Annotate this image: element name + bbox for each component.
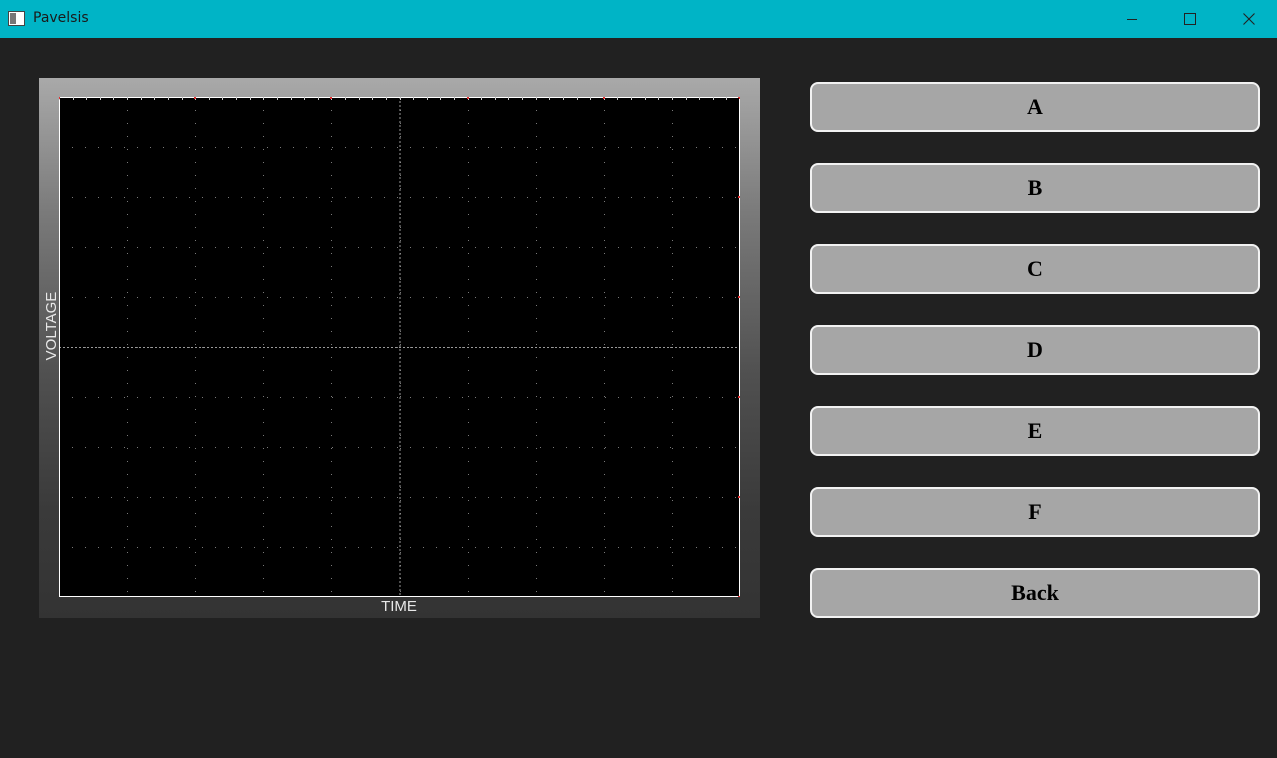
close-button[interactable] — [1226, 0, 1272, 38]
maximize-icon — [1184, 13, 1196, 25]
marker-top — [194, 97, 196, 99]
button-b[interactable]: B — [810, 163, 1260, 213]
button-c[interactable]: C — [810, 244, 1260, 294]
marker-right — [738, 596, 740, 597]
button-a[interactable]: A — [810, 82, 1260, 132]
button-d[interactable]: D — [810, 325, 1260, 375]
close-icon — [1243, 13, 1255, 25]
x-axis-label: TIME — [381, 598, 417, 615]
app-icon — [8, 11, 25, 26]
title-bar: Pavelsis — [0, 0, 1277, 38]
marker-right — [738, 396, 740, 398]
marker-top — [467, 97, 469, 99]
button-e[interactable]: E — [810, 406, 1260, 456]
marker-right — [738, 97, 740, 98]
marker-right — [738, 496, 740, 498]
marker-top — [330, 97, 332, 99]
button-f[interactable]: F — [810, 487, 1260, 537]
marker-top — [603, 97, 605, 99]
oscilloscope-panel: VOLTAGE TIME — [39, 78, 760, 618]
oscilloscope-screen — [59, 97, 740, 597]
oscilloscope-grid — [59, 97, 740, 597]
minimize-icon — [1127, 19, 1137, 20]
maximize-button[interactable] — [1167, 0, 1213, 38]
marker-top — [59, 97, 60, 99]
window-title: Pavelsis — [33, 10, 89, 26]
marker-right — [738, 296, 740, 298]
minimize-button[interactable] — [1109, 0, 1155, 38]
y-axis-label: VOLTAGE — [43, 291, 60, 361]
back-button[interactable]: Back — [810, 568, 1260, 618]
marker-right — [738, 196, 740, 198]
